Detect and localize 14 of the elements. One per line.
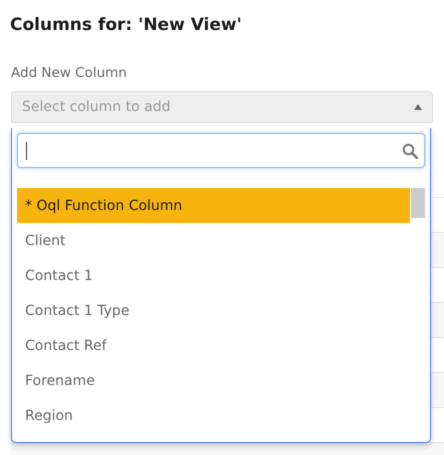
dropdown-option[interactable]: Client bbox=[17, 223, 410, 258]
dropdown-option[interactable]: Contact 1 bbox=[17, 258, 410, 293]
search-icon bbox=[402, 142, 418, 158]
search-field[interactable] bbox=[17, 133, 425, 168]
field-label: Add New Column bbox=[11, 64, 128, 83]
dropdown-option[interactable]: Contact 1 Type bbox=[17, 293, 410, 328]
caret-icon bbox=[414, 104, 422, 110]
text-cursor bbox=[26, 142, 27, 160]
dropdown-option[interactable]: Forename bbox=[17, 363, 410, 398]
page-title: Columns for: 'New View' bbox=[10, 14, 243, 37]
scrollbar-thumb[interactable] bbox=[411, 188, 425, 218]
dropdown-option[interactable]: * Oql Function Column bbox=[17, 188, 410, 223]
dropdown-option[interactable]: Region bbox=[17, 398, 410, 433]
dropdown-option[interactable]: Contact Ref bbox=[17, 328, 410, 363]
